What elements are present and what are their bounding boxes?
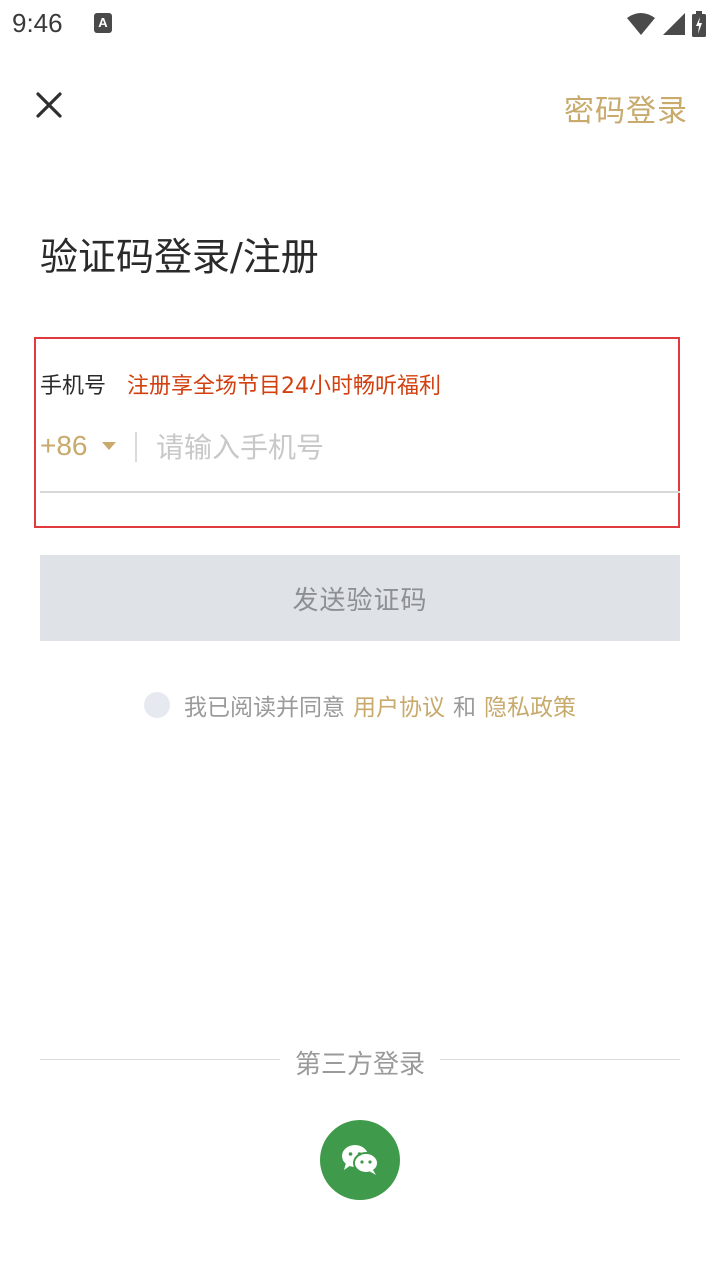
notification-icon: A (94, 13, 112, 33)
wifi-icon (627, 13, 655, 35)
phone-input[interactable] (156, 424, 676, 470)
close-button[interactable] (30, 86, 68, 124)
agreement-prefix: 我已阅读并同意 (184, 695, 345, 721)
divider-right (440, 1059, 680, 1060)
status-icons (626, 10, 706, 38)
wechat-login-button[interactable] (320, 1120, 400, 1200)
status-time: 9:46 (12, 8, 63, 38)
wechat-icon (342, 1145, 379, 1175)
agreement-checkbox[interactable] (144, 692, 170, 718)
close-icon (36, 92, 62, 118)
send-code-button[interactable]: 发送验证码 (40, 555, 680, 641)
country-code-selector[interactable]: +86 (40, 430, 116, 462)
battery-icon (692, 11, 706, 37)
agreement-and: 和 (453, 695, 476, 721)
register-promo-text: 注册享全场节目24小时畅听福利 (127, 374, 441, 399)
page-title: 验证码登录/注册 (40, 235, 319, 279)
signal-icon (663, 13, 685, 35)
divider-left (40, 1059, 280, 1060)
privacy-policy-link[interactable]: 隐私政策 (484, 688, 576, 722)
password-login-link[interactable]: 密码登录 (564, 86, 688, 130)
country-code-value: +86 (40, 430, 88, 461)
phone-label: 手机号 (40, 374, 107, 399)
chevron-down-icon (101, 442, 116, 450)
user-agreement-link[interactable]: 用户协议 (353, 688, 445, 722)
input-underline (40, 491, 680, 493)
third-party-login-label: 第三方登录 (294, 1050, 425, 1080)
agreement-row: 我已阅读并同意 用户协议 和 隐私政策 (0, 688, 720, 722)
input-divider (135, 432, 137, 462)
